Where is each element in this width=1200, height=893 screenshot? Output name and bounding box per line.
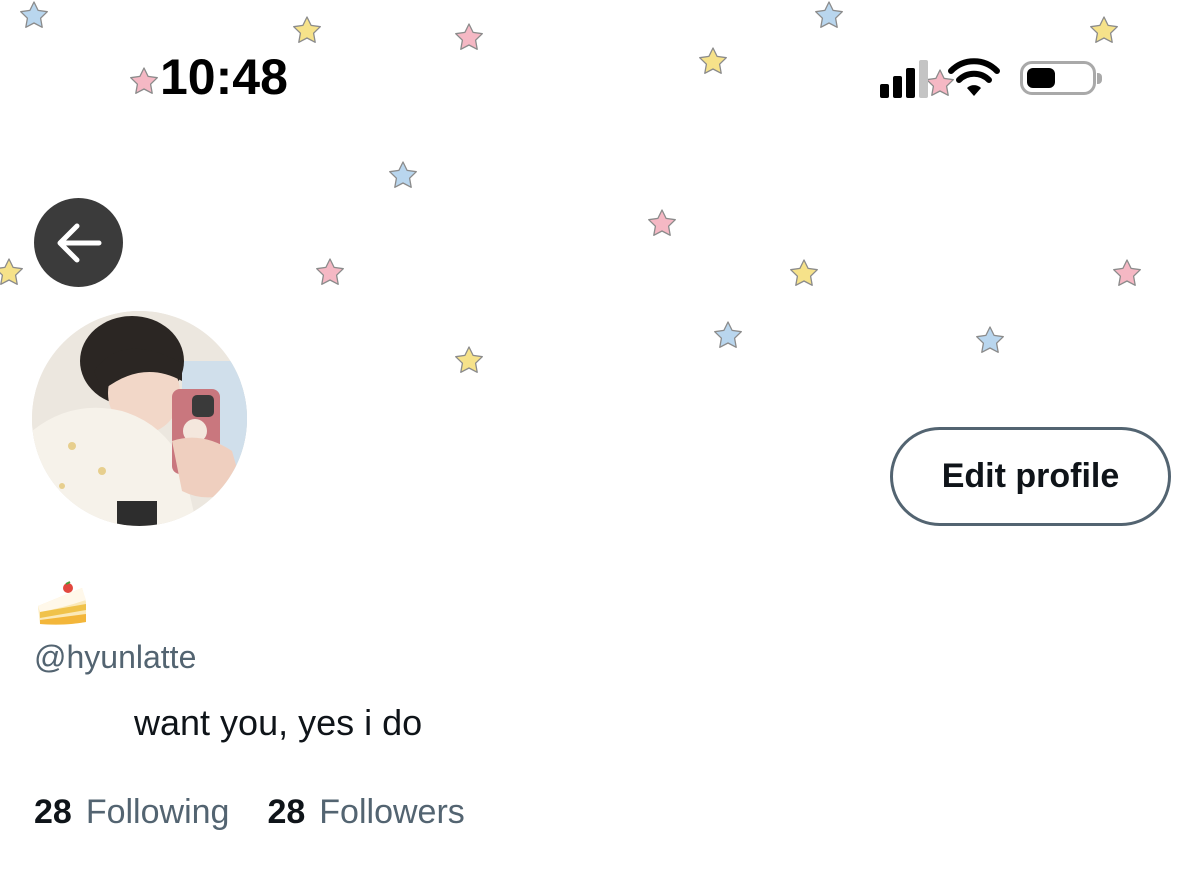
wifi-icon	[948, 58, 1000, 96]
avatar-photo	[32, 311, 247, 526]
followers-link[interactable]: 28 Followers	[267, 793, 464, 832]
status-time: 10:48	[160, 49, 288, 105]
edit-profile-button[interactable]: Edit profile	[890, 427, 1171, 526]
cake-icon	[38, 581, 86, 625]
profile-avatar[interactable]	[28, 307, 251, 530]
profile-screen: 10:48 Edit profile @hyunlatte want you, …	[0, 0, 1200, 893]
follow-stats: 28 Following 28 Followers	[34, 793, 465, 832]
arrow-left-icon	[57, 223, 101, 262]
cellular-signal-icon	[880, 58, 928, 98]
followers-label: Followers	[319, 793, 465, 831]
user-handle: @hyunlatte	[34, 639, 197, 675]
battery-icon	[1020, 61, 1102, 95]
following-label: Following	[85, 793, 230, 831]
back-button[interactable]	[34, 198, 123, 287]
status-icons	[880, 58, 1102, 98]
following-link[interactable]: 28 Following	[34, 793, 229, 832]
following-count: 28	[34, 793, 72, 831]
followers-count: 28	[267, 793, 306, 831]
profile-bio: want you, yes i do	[134, 702, 423, 743]
